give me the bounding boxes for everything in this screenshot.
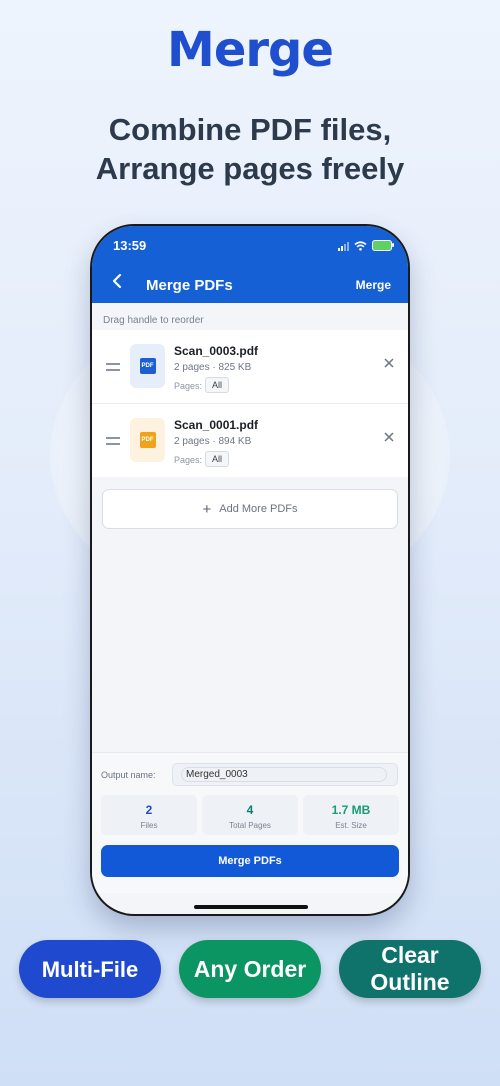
battery-icon (372, 240, 394, 251)
file-name: Scan_0003.pdf (174, 344, 259, 358)
drag-handle-icon[interactable] (106, 363, 120, 371)
pages-selector[interactable]: All (205, 451, 230, 467)
back-icon[interactable] (112, 273, 122, 294)
remove-file-icon[interactable] (384, 429, 394, 447)
stat-total-pages: 4 Total Pages (202, 795, 298, 835)
status-icons (338, 240, 394, 251)
file-row[interactable]: PDF Scan_0003.pdf 2 pages · 825 KB Pages… (92, 330, 408, 404)
stats-row: 2 Files 4 Total Pages 1.7 MB Est. Size (101, 795, 399, 835)
merge-pdfs-button[interactable]: Merge PDFs (101, 845, 399, 877)
file-name: Scan_0001.pdf (174, 418, 259, 432)
output-name-input[interactable] (181, 767, 387, 782)
pages-label: Pages: (174, 381, 203, 391)
wifi-icon (354, 240, 367, 251)
promo-headline: Merge (167, 22, 334, 78)
home-indicator (194, 905, 308, 909)
feature-pill-any-order: Any Order (179, 940, 321, 998)
pages-selector[interactable]: All (205, 377, 230, 393)
feature-pill-multi-file: Multi-File (19, 940, 161, 998)
phone-screen: 13:59 Merge PDFs Merge Drag handle to re… (92, 226, 408, 914)
stat-value: 1.7 MB (331, 803, 371, 817)
file-thumbnail: PDF (130, 344, 165, 388)
add-more-label: Add More PDFs (219, 503, 298, 515)
stat-est-size: 1.7 MB Est. Size (303, 795, 399, 835)
merge-panel: Output name: 2 Files 4 Total Pages 1.7 M… (92, 752, 408, 893)
pdf-icon: PDF (139, 432, 156, 448)
status-time: 13:59 (113, 238, 147, 253)
stat-value: 2 (145, 803, 153, 817)
file-row[interactable]: PDF Scan_0001.pdf 2 pages · 894 KB Pages… (92, 404, 408, 477)
output-name-label: Output name: (101, 770, 156, 780)
plus-icon: + (202, 500, 212, 518)
stat-label: Est. Size (335, 821, 367, 830)
file-meta: 2 pages · 825 KB (174, 362, 252, 373)
file-meta: 2 pages · 894 KB (174, 436, 252, 447)
stat-label: Total Pages (229, 821, 271, 830)
file-thumbnail: PDF (130, 418, 165, 462)
page-title: Merge PDFs (146, 277, 233, 294)
signal-icon (338, 241, 349, 251)
promo-subline-2: Arrange pages freely (95, 151, 405, 186)
merge-header-button[interactable]: Merge (356, 278, 391, 292)
stat-label: Files (140, 821, 158, 830)
add-more-pdfs-button[interactable]: + Add More PDFs (102, 489, 398, 529)
reorder-hint: Drag handle to reorder (103, 315, 204, 326)
stat-files: 2 Files (101, 795, 197, 835)
remove-file-icon[interactable] (384, 355, 394, 373)
promo-subline-1: Combine PDF files, (108, 112, 392, 147)
stat-value: 4 (246, 803, 254, 817)
app-header: 13:59 Merge PDFs Merge (92, 226, 408, 303)
output-name-field (172, 763, 398, 786)
pages-label: Pages: (174, 455, 203, 465)
drag-handle-icon[interactable] (106, 437, 120, 445)
phone-frame: 13:59 Merge PDFs Merge Drag handle to re… (90, 224, 410, 916)
pdf-icon: PDF (139, 358, 156, 374)
feature-pill-clear-outline: Clear Outline (339, 940, 481, 998)
